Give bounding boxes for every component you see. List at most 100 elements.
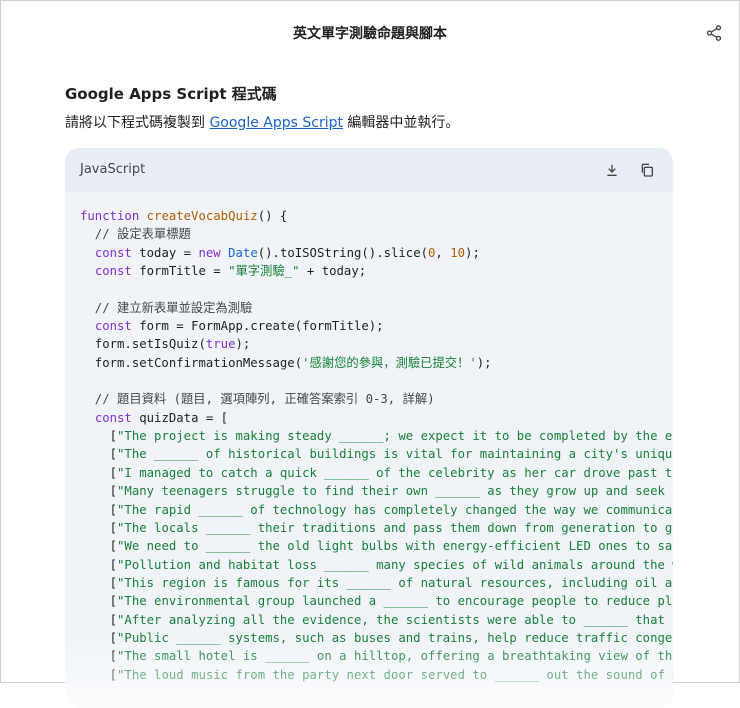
page-title: 英文單字測驗命題與腳本 xyxy=(293,26,447,42)
code-token: form = FormApp.create(formTitle); xyxy=(131,319,384,334)
code-token: "The project is making steady ______; we… xyxy=(117,429,673,444)
code-line: ["Pollution and habitat loss ______ many… xyxy=(80,556,673,574)
top-bar: 英文單字測驗命題與腳本 xyxy=(1,1,739,63)
code-token: ); xyxy=(476,355,492,370)
code-line: ["The loud music from the party next doo… xyxy=(80,666,673,684)
code-line: ["This region is famous for its ______ o… xyxy=(80,574,673,592)
code-token: createVocabQuiz xyxy=(146,209,258,223)
download-icon[interactable] xyxy=(604,162,620,178)
code-line: // 設定表單標題 xyxy=(80,225,673,243)
code-token: [ xyxy=(80,575,118,590)
code-token: form.setIsQuiz( xyxy=(80,337,206,352)
code-token: [ xyxy=(80,465,118,480)
code-token: ); xyxy=(465,245,480,260)
code-token: [ xyxy=(80,447,118,462)
code-line: ["The locals ______ their traditions and… xyxy=(80,519,673,537)
code-token: , xyxy=(435,245,451,260)
code-token: [ xyxy=(80,520,118,535)
code-line: form.setIsQuiz(true); xyxy=(80,335,673,353)
code-token: [ xyxy=(80,667,118,682)
instruction-before: 請將以下程式碼複製到 xyxy=(65,115,210,131)
code-token: "The environmental group launched a ____… xyxy=(117,594,673,609)
code-line: ["Many teenagers struggle to find their … xyxy=(80,482,673,500)
code-line: form.setConfirmationMessage('感謝您的參與，測驗已提… xyxy=(80,354,673,372)
code-token: "Pollution and habitat loss ______ many … xyxy=(117,557,673,572)
code-token: "The loud music from the party next door… xyxy=(117,667,673,682)
code-token: const xyxy=(94,245,132,260)
code-line: const form = FormApp.create(formTitle); xyxy=(80,317,673,335)
code-token: // 設定表單標題 xyxy=(80,227,191,242)
app-window: 英文單字測驗命題與腳本 Google Apps Script 程式碼 請將以下程… xyxy=(0,0,740,708)
code-token: () { xyxy=(257,209,288,223)
code-token: [ xyxy=(80,502,118,517)
code-token: "The small hotel is ______ on a hilltop,… xyxy=(117,649,673,664)
code-token: "This region is famous for its ______ of… xyxy=(117,575,673,590)
code-line: ["Public ______ systems, such as buses a… xyxy=(80,629,673,647)
code-line: const quizData = [ xyxy=(80,409,673,427)
code-token: [ xyxy=(80,484,118,499)
share-icon[interactable] xyxy=(705,24,723,42)
code-token: [ xyxy=(80,429,118,444)
code-block-header: JavaScript xyxy=(65,148,673,192)
code-line: ["The ______ of historical buildings is … xyxy=(80,445,673,463)
code-token: "Many teenagers struggle to find their o… xyxy=(117,484,673,499)
code-token: '感謝您的參與，測驗已提交！' xyxy=(302,355,477,370)
code-line: const today = new Date().toISOString().s… xyxy=(80,244,673,262)
code-token: ().toISOString().slice( xyxy=(257,245,429,260)
code-token: [ xyxy=(80,557,118,572)
instruction-text: 請將以下程式碼複製到 Google Apps Script 編輯器中並執行。 xyxy=(65,112,459,132)
code-line: ["I managed to catch a quick ______ of t… xyxy=(80,464,673,482)
code-line: ["After analyzing all the evidence, the … xyxy=(80,611,673,629)
code-token: "I managed to catch a quick ______ of th… xyxy=(117,465,673,480)
code-token: Date xyxy=(228,245,258,260)
code-token: [ xyxy=(80,630,118,645)
code-line: ["The rapid ______ of technology has com… xyxy=(80,501,673,519)
code-token: + today; xyxy=(299,264,367,279)
code-content[interactable]: function createVocabQuiz() { // 設定表單標題 c… xyxy=(80,207,673,684)
copy-icon[interactable] xyxy=(639,162,655,178)
code-line: ["The environmental group launched a ___… xyxy=(80,592,673,610)
code-token: "The rapid ______ of technology has comp… xyxy=(117,502,673,517)
code-token: ); xyxy=(235,337,251,352)
code-token: [ xyxy=(80,539,118,554)
code-line: const formTitle = "單字測驗_" + today; xyxy=(80,262,673,280)
code-token: [ xyxy=(80,612,118,627)
code-token: // 建立新表單並設定為測驗 xyxy=(80,300,253,315)
apps-script-link[interactable]: Google Apps Script xyxy=(209,115,343,131)
code-token: "After analyzing all the evidence, the s… xyxy=(117,612,673,627)
code-token: "We need to ______ the old light bulbs w… xyxy=(117,539,673,554)
code-token: quizData = [ xyxy=(131,410,229,425)
instruction-after: 編輯器中並執行。 xyxy=(342,115,460,131)
code-token: [ xyxy=(80,594,118,609)
code-token: "The locals ______ their traditions and … xyxy=(117,520,673,535)
code-line: // 建立新表單並設定為測驗 xyxy=(80,299,673,317)
code-token: 10 xyxy=(450,245,466,260)
code-token: const xyxy=(94,410,132,425)
code-token: "單字測驗_" xyxy=(228,264,300,279)
code-line: ["The small hotel is ______ on a hilltop… xyxy=(80,647,673,665)
code-line: function createVocabQuiz() { xyxy=(80,207,673,225)
code-token: const xyxy=(94,319,132,334)
code-token: [ xyxy=(80,649,118,664)
code-token: formTitle = xyxy=(131,264,229,279)
code-language-label: JavaScript xyxy=(80,162,146,177)
code-token: // 題目資料 (題目, 選項陣列, 正確答案索引 0-3, 詳解) xyxy=(80,392,435,407)
code-block: JavaScript function createVocabQuiz() { … xyxy=(65,148,673,708)
code-line: // 題目資料 (題目, 選項陣列, 正確答案索引 0-3, 詳解) xyxy=(80,390,673,408)
code-token: function xyxy=(80,209,147,223)
code-line: ["The project is making steady ______; w… xyxy=(80,427,673,445)
code-token: today = xyxy=(131,245,199,260)
code-token: const xyxy=(94,264,132,279)
code-token: "The ______ of historical buildings is v… xyxy=(117,447,673,462)
code-token: "Public ______ systems, such as buses an… xyxy=(117,630,673,645)
code-token: true xyxy=(205,337,236,352)
section-heading: Google Apps Script 程式碼 xyxy=(65,85,277,103)
code-token: form.setConfirmationMessage( xyxy=(80,355,303,370)
